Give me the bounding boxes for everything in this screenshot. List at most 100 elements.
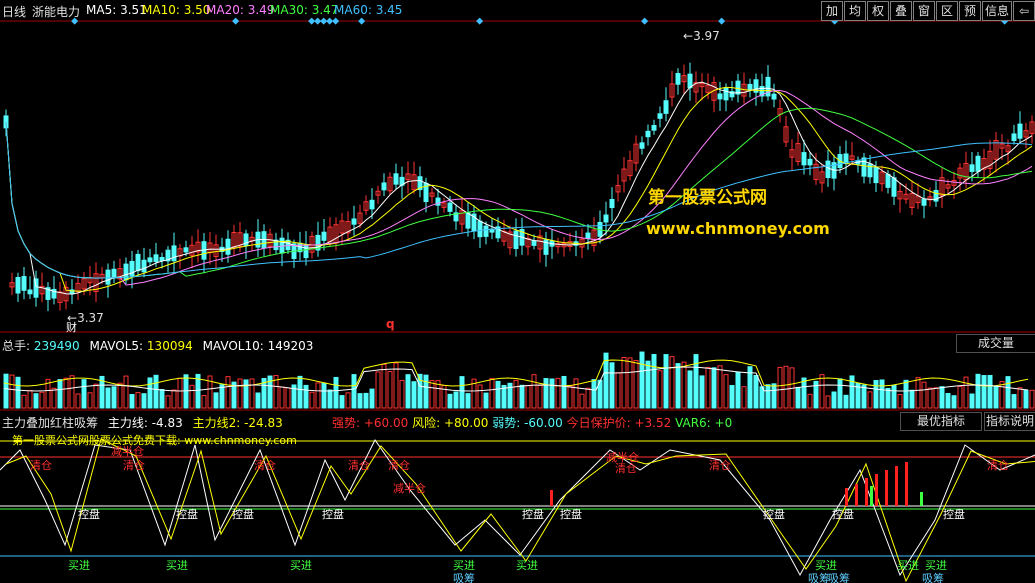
volume-bar bbox=[165, 395, 171, 409]
candle-body bbox=[801, 152, 807, 166]
volume-bar bbox=[999, 381, 1005, 409]
volume-bar bbox=[15, 376, 21, 409]
finance-marker[interactable]: 财 bbox=[66, 319, 77, 335]
volume-bar bbox=[141, 393, 147, 409]
candle-body bbox=[861, 157, 867, 177]
event-marker-q[interactable]: q bbox=[386, 317, 395, 331]
best-indicator-button[interactable]: 最优指标 bbox=[900, 412, 982, 431]
volume-bar bbox=[891, 384, 897, 409]
watermark-title: 第一股票公式网 bbox=[648, 188, 767, 208]
volume-bar bbox=[387, 371, 393, 409]
volume-bar bbox=[585, 387, 591, 409]
indicator-subtitle: 第一股票公式网股票公式免费下载: www.chnmoney.com bbox=[12, 434, 297, 447]
indicator-help-button[interactable]: 指标说明 bbox=[984, 412, 1035, 431]
volume-bar bbox=[591, 379, 597, 409]
signal-label: 清仓 bbox=[30, 459, 52, 472]
volume-indicator-button[interactable]: 成交量 bbox=[956, 334, 1035, 353]
toolbar-info-button[interactable]: 信息 bbox=[982, 1, 1012, 21]
candle-body bbox=[717, 93, 723, 100]
volume-bar bbox=[69, 375, 75, 409]
volume-bar bbox=[825, 395, 831, 409]
volume-bar bbox=[831, 391, 837, 409]
volume-bar bbox=[573, 378, 579, 409]
main-line-value: -4.83 bbox=[151, 416, 183, 430]
volume-bar bbox=[873, 379, 879, 409]
red-column bbox=[905, 462, 908, 506]
volume-bar bbox=[639, 351, 645, 409]
volume-bar bbox=[189, 384, 195, 409]
back-arrow-icon[interactable]: ⇦ bbox=[1013, 1, 1035, 21]
red-column bbox=[865, 478, 868, 506]
candle-body bbox=[825, 160, 831, 179]
volume-bar bbox=[159, 388, 165, 409]
candle-body bbox=[135, 253, 141, 272]
toolbar-rights-button[interactable]: 权 bbox=[867, 1, 889, 21]
moving-average-line bbox=[5, 121, 1033, 279]
signal-label: 控盘 bbox=[522, 508, 544, 521]
volume-bar bbox=[1029, 389, 1035, 409]
volume-bar bbox=[717, 365, 723, 409]
indicator-name: 主力叠加红柱吸筹 bbox=[2, 416, 99, 430]
volume-bar bbox=[423, 374, 429, 409]
volume-bar bbox=[297, 375, 303, 409]
red-column bbox=[895, 466, 898, 506]
candle-body bbox=[183, 247, 189, 253]
volume-bar bbox=[777, 366, 783, 409]
volume-bar bbox=[9, 374, 15, 409]
volume-bar bbox=[627, 357, 633, 409]
volume-bar bbox=[609, 362, 615, 409]
volume-bar bbox=[681, 361, 687, 409]
toolbar-alert-button[interactable]: 预 bbox=[959, 1, 981, 21]
candle-body bbox=[393, 173, 399, 185]
signal-label: 清仓 bbox=[709, 459, 731, 472]
toolbar-range-button[interactable]: 区 bbox=[936, 1, 958, 21]
volume-bar bbox=[285, 387, 291, 409]
toolbar-window-button[interactable]: 窗 bbox=[913, 1, 935, 21]
candle-body bbox=[27, 289, 33, 295]
volume-bar bbox=[213, 392, 219, 409]
ma20-readout: MA20: 3.49 bbox=[206, 3, 275, 17]
volume-bar bbox=[405, 374, 411, 409]
signal-label: 控盘 bbox=[763, 508, 785, 521]
chart-canvas[interactable] bbox=[0, 0, 1035, 583]
candle-body bbox=[675, 73, 681, 85]
volume-bar bbox=[897, 394, 903, 409]
volume-bar bbox=[963, 376, 969, 409]
candle-body bbox=[735, 80, 741, 95]
volume-bar bbox=[879, 379, 885, 409]
toolbar-add-button[interactable]: 加 bbox=[821, 1, 843, 21]
volume-bar bbox=[303, 384, 309, 409]
volume-bar bbox=[621, 357, 627, 409]
volume-bar bbox=[729, 385, 735, 409]
candle-body bbox=[447, 202, 453, 212]
signal-label: 控盘 bbox=[232, 508, 254, 521]
green-column bbox=[920, 492, 923, 506]
weak-level: 弱势: -60.00 bbox=[492, 416, 563, 430]
moving-average-line bbox=[5, 81, 1033, 295]
volume-bar bbox=[249, 378, 255, 409]
volume-bar bbox=[81, 379, 87, 409]
signal-label: 控盘 bbox=[943, 508, 965, 521]
price-header: 日线 浙能电力 MA5: 3.51 MA10: 3.50 MA20: 3.49 … bbox=[0, 0, 1035, 21]
volume-bar bbox=[57, 379, 63, 409]
toolbar-overlay-button[interactable]: 叠 bbox=[890, 1, 912, 21]
indicator-levels: 强势: +60.00 风险: +80.00 弱势: -60.00 今日保护价: … bbox=[332, 414, 732, 431]
volume-bar bbox=[117, 382, 123, 409]
candle-body bbox=[645, 130, 651, 138]
red-column bbox=[875, 474, 878, 506]
volume-bar bbox=[225, 376, 231, 409]
toolbar-ma-button[interactable]: 均 bbox=[844, 1, 866, 21]
moving-average-line bbox=[5, 107, 1033, 279]
volume-bar bbox=[381, 363, 387, 409]
red-column bbox=[550, 490, 553, 506]
volume-bar bbox=[135, 392, 141, 409]
volume-bar bbox=[183, 374, 189, 409]
signal-label: 控盘 bbox=[322, 508, 344, 521]
volume-bar bbox=[843, 394, 849, 409]
volume-bar bbox=[315, 382, 321, 409]
candle-body bbox=[159, 256, 165, 261]
volume-bar bbox=[795, 386, 801, 409]
signal-label: 买进 bbox=[166, 559, 188, 572]
volume-bar bbox=[885, 387, 891, 409]
red-column bbox=[885, 470, 888, 506]
